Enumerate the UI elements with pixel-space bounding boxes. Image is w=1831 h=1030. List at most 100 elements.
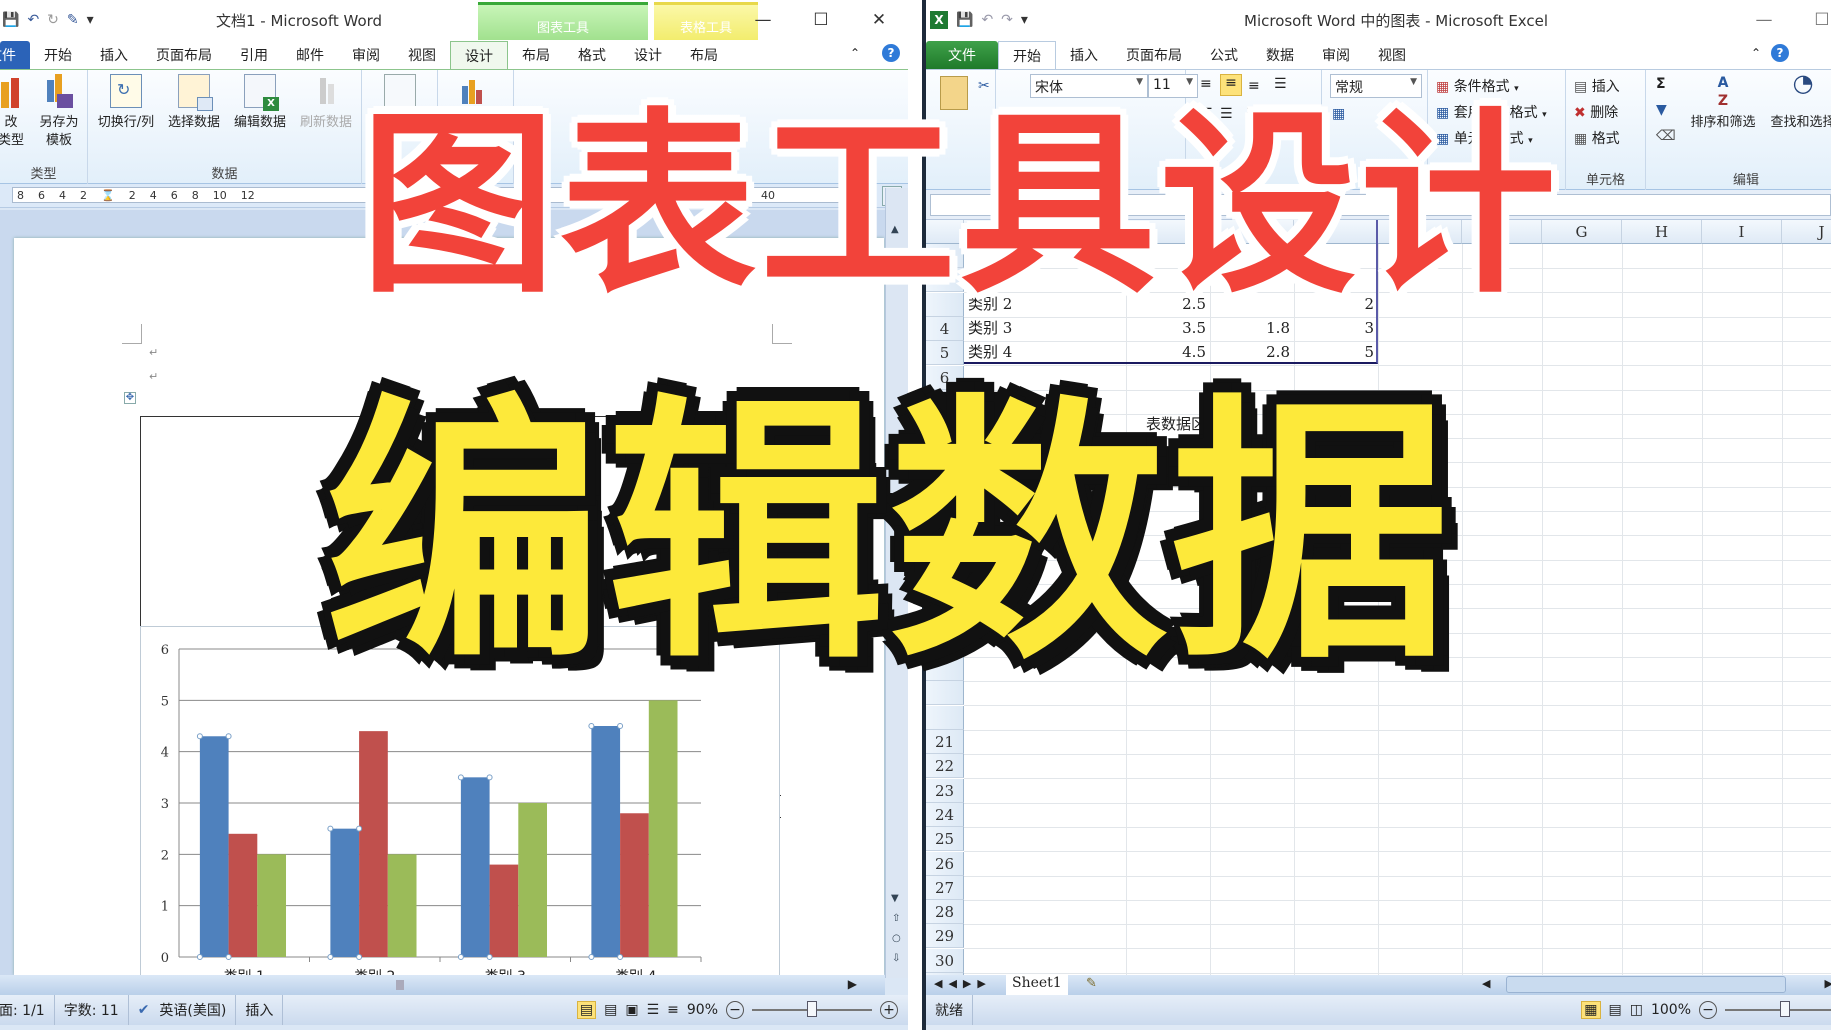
- minimize-icon[interactable]: —: [734, 0, 792, 40]
- help-icon[interactable]: ?: [1771, 44, 1789, 62]
- select-data-button[interactable]: 选择数据: [162, 74, 226, 132]
- help-icon[interactable]: ?: [882, 44, 900, 62]
- insert-worksheet-icon[interactable]: ✎: [1086, 976, 1097, 991]
- row-header[interactable]: 5: [926, 341, 964, 366]
- minimize-ribbon-icon[interactable]: ⌃: [850, 46, 860, 60]
- row-header[interactable]: 23: [926, 778, 964, 803]
- row-header[interactable]: 21: [926, 730, 964, 754]
- redo-icon[interactable]: ↷: [1001, 12, 1013, 28]
- full-screen-reading-icon[interactable]: ▤: [604, 1002, 617, 1018]
- edit-icon[interactable]: ✎: [67, 12, 79, 28]
- tab-references[interactable]: 引用: [226, 41, 282, 69]
- row-header[interactable]: [926, 705, 964, 730]
- row-header[interactable]: 24: [926, 802, 964, 827]
- maximize-icon[interactable]: ☐: [1793, 0, 1831, 40]
- zoom-level[interactable]: 90%: [687, 1002, 718, 1018]
- tab-chart-design[interactable]: 设计: [450, 41, 508, 69]
- insert-mode[interactable]: 插入: [236, 995, 284, 1025]
- zoom-slider[interactable]: [1725, 1001, 1831, 1017]
- zoom-slider[interactable]: [752, 1001, 872, 1017]
- undo-icon[interactable]: ↶: [27, 12, 39, 28]
- tab-home[interactable]: 开始: [998, 41, 1056, 69]
- format-cells-button[interactable]: ▦ 格式: [1574, 128, 1620, 148]
- tab-mailings[interactable]: 邮件: [282, 41, 338, 69]
- tab-data[interactable]: 数据: [1252, 41, 1308, 69]
- save-as-template-button[interactable]: 另存为 模板: [34, 74, 84, 150]
- tab-file[interactable]: 文件: [0, 41, 30, 69]
- customize-qat-icon[interactable]: ▾: [87, 12, 94, 28]
- print-layout-icon[interactable]: ▤: [576, 1001, 597, 1019]
- word-count[interactable]: 字数: 11: [55, 995, 129, 1025]
- redo-icon[interactable]: ↻: [47, 12, 59, 28]
- scroll-thumb[interactable]: [396, 980, 404, 990]
- word-horizontal-scrollbar[interactable]: ▶: [0, 975, 885, 995]
- align-top-icon[interactable]: ≡: [1200, 76, 1212, 92]
- page-layout-view-icon[interactable]: ▤: [1609, 1002, 1622, 1018]
- previous-page-icon[interactable]: ⇧: [892, 913, 900, 924]
- autosum-icon[interactable]: Σ: [1656, 76, 1666, 92]
- save-icon[interactable]: 💾: [956, 12, 973, 28]
- close-icon[interactable]: ✕: [850, 0, 908, 40]
- tab-view[interactable]: 视图: [394, 41, 450, 69]
- zoom-out-icon[interactable]: −: [1699, 1001, 1717, 1019]
- scroll-right-icon[interactable]: ▶: [1825, 977, 1831, 990]
- normal-view-icon[interactable]: ▦: [1581, 1001, 1601, 1019]
- tab-home[interactable]: 开始: [30, 41, 86, 69]
- outline-icon[interactable]: ☰: [647, 1002, 660, 1018]
- column-header-h[interactable]: H: [1622, 220, 1702, 244]
- tab-table-design[interactable]: 设计: [620, 41, 676, 69]
- excel-zoom-level[interactable]: 100%: [1651, 1002, 1691, 1018]
- change-chart-type-button[interactable]: 改 类型: [0, 74, 36, 150]
- sort-filter-button[interactable]: A Z 排序和筛选: [1684, 74, 1762, 132]
- wrap-text-icon[interactable]: ☰: [1274, 76, 1287, 92]
- row-header[interactable]: 28: [926, 900, 964, 925]
- scroll-down-icon[interactable]: ▼: [891, 893, 899, 904]
- zoom-out-icon[interactable]: −: [726, 1001, 744, 1019]
- row-header[interactable]: 29: [926, 924, 964, 949]
- excel-horizontal-scroll-thumb[interactable]: [1506, 976, 1786, 993]
- row-header[interactable]: 30: [926, 948, 964, 973]
- row-header[interactable]: 22: [926, 754, 964, 779]
- maximize-icon[interactable]: ☐: [792, 0, 850, 40]
- language-indicator[interactable]: ✔ 英语(美国): [129, 995, 237, 1025]
- switch-row-column-button[interactable]: ↻ 切换行/列: [92, 74, 160, 132]
- tab-review[interactable]: 审阅: [338, 41, 394, 69]
- scroll-right-icon[interactable]: ▶: [848, 977, 857, 991]
- minimize-ribbon-icon[interactable]: ⌃: [1751, 46, 1761, 60]
- web-layout-icon[interactable]: ▣: [625, 1002, 638, 1018]
- tab-view[interactable]: 视图: [1364, 41, 1420, 69]
- tab-page-layout[interactable]: 页面布局: [1112, 41, 1196, 69]
- sheet-navigation-icons[interactable]: ◀◀▶▶: [934, 977, 992, 990]
- scroll-left-icon[interactable]: ◀: [1482, 977, 1490, 990]
- tab-formulas[interactable]: 公式: [1196, 41, 1252, 69]
- refresh-data-button[interactable]: 刷新数据: [294, 74, 358, 132]
- tab-chart-format[interactable]: 格式: [564, 41, 620, 69]
- delete-cells-button[interactable]: ✖ 删除: [1574, 102, 1618, 122]
- tab-file[interactable]: 文件: [926, 41, 998, 69]
- fill-icon[interactable]: ▼: [1656, 102, 1667, 118]
- row-header[interactable]: 26: [926, 851, 964, 876]
- tab-review[interactable]: 审阅: [1308, 41, 1364, 69]
- minimize-icon[interactable]: —: [1735, 0, 1793, 40]
- indent-marker[interactable]: ⌛: [101, 189, 115, 202]
- tab-chart-layout[interactable]: 布局: [508, 41, 564, 69]
- page-break-view-icon[interactable]: ◫: [1630, 1002, 1643, 1018]
- tab-table-layout[interactable]: 布局: [676, 41, 732, 69]
- find-select-button[interactable]: ◔ 查找和选择: [1764, 71, 1831, 132]
- customize-qat-icon[interactable]: ▾: [1021, 12, 1028, 28]
- column-header-j[interactable]: J: [1782, 220, 1831, 244]
- undo-icon[interactable]: ↶: [981, 12, 993, 28]
- tab-page-layout[interactable]: 页面布局: [142, 41, 226, 69]
- column-header-i[interactable]: I: [1702, 220, 1782, 244]
- row-header[interactable]: 4: [926, 316, 964, 341]
- row-header[interactable]: 25: [926, 827, 964, 852]
- next-page-icon[interactable]: ⇩: [892, 953, 900, 964]
- zoom-in-icon[interactable]: +: [880, 1001, 898, 1019]
- tab-insert[interactable]: 插入: [1056, 41, 1112, 69]
- edit-data-button[interactable]: X 编辑数据: [228, 74, 292, 132]
- clear-icon[interactable]: ⌫: [1656, 128, 1676, 144]
- table-move-handle-icon[interactable]: ✥: [124, 392, 136, 404]
- tab-insert[interactable]: 插入: [86, 41, 142, 69]
- browse-object-icon[interactable]: ○: [892, 933, 901, 944]
- draft-icon[interactable]: ≡: [667, 1002, 679, 1018]
